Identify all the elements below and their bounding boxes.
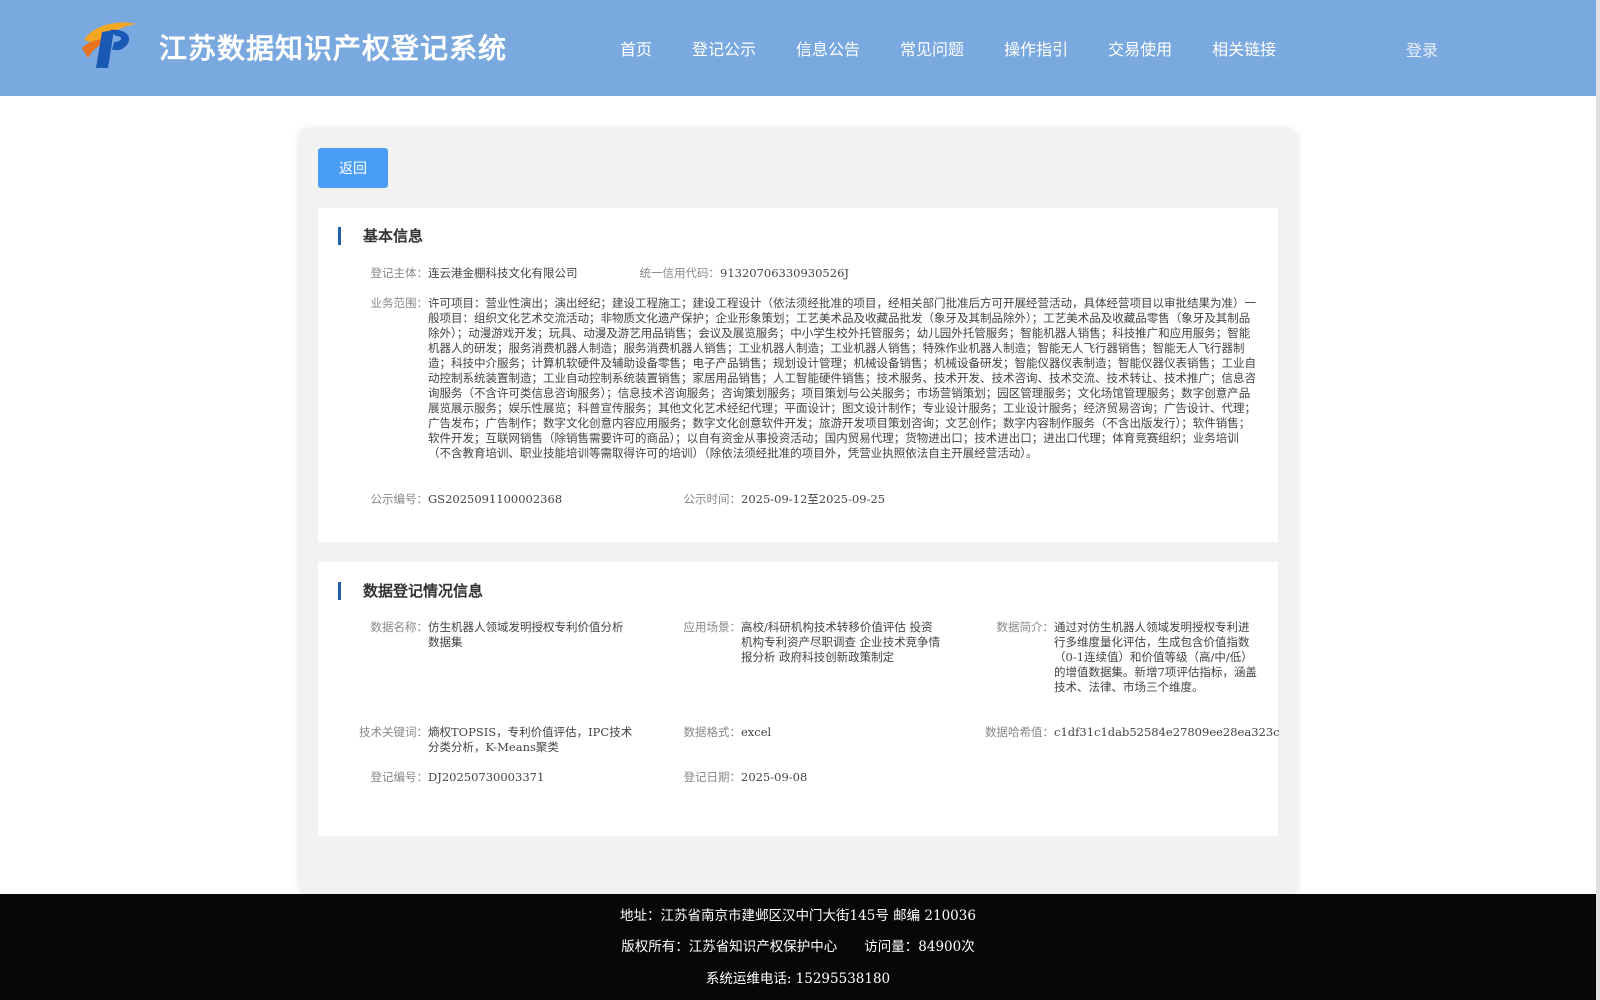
scope-value: 许可项目：营业性演出；演出经纪；建设工程施工；建设工程设计（依法须经批准的项目，… [428, 296, 1256, 460]
hash-value: c1df31c1dab52584e27809ee28ea323c [1054, 725, 1280, 739]
hash-field: 数据哈希值： c1df31c1dab52584e27809ee28ea323c [964, 725, 1280, 740]
scene-value: 高校/科研机构技术转移价值评估 投资机构专利资产尽职调查 企业技术竞争情报分析 … [741, 620, 941, 664]
reg-no-label: 登记编号： [370, 770, 429, 784]
data-name-field: 数据名称： 仿生机器人领域发明授权专利价值分析数据集 [338, 620, 633, 650]
nav-links[interactable]: 相关链接 [1212, 36, 1276, 60]
reg-date-field: 登记日期： 2025-09-08 [651, 770, 808, 785]
scope-label: 业务范围： [370, 296, 429, 310]
basic-info-card: 基本信息 登记主体： 连云港金棚科技文化有限公司 统一信用代码： 9132070… [318, 208, 1278, 542]
credit-code-field: 统一信用代码： 91320706330930526J [630, 266, 850, 281]
nav-trading[interactable]: 交易使用 [1108, 36, 1172, 60]
footer-phone: 系统运维电话: 15295538180 [705, 971, 891, 987]
hash-label: 数据哈希值： [985, 725, 1054, 739]
data-info-title: 数据登记情况信息 [338, 582, 483, 600]
intro-value: 通过对仿生机器人领域发明授权专利进行多维度量化评估，生成包含价值指数（0-1连续… [1054, 620, 1257, 694]
keywords-label: 技术关键词： [359, 725, 428, 739]
nav-home[interactable]: 首页 [620, 36, 652, 60]
logo-icon[interactable] [80, 18, 140, 70]
main-nav: 首页 登记公示 信息公告 常见问题 操作指引 交易使用 相关链接 [620, 36, 1316, 60]
scene-field: 应用场景： 高校/科研机构技术转移价值评估 投资机构专利资产尽职调查 企业技术竞… [651, 620, 941, 665]
format-value: excel [741, 725, 772, 739]
entity-value: 连云港金棚科技文化有限公司 [428, 266, 578, 280]
scene-label: 应用场景： [683, 620, 742, 634]
keywords-field: 技术关键词： 熵权TOPSIS，专利价值评估，IPC技术分类分析，K-Means… [338, 725, 633, 755]
reg-date-value: 2025-09-08 [741, 770, 808, 784]
basic-info-title: 基本信息 [338, 227, 423, 245]
credit-code-value: 91320706330930526J [720, 266, 849, 280]
pub-no-label: 公示编号： [370, 492, 429, 506]
format-label: 数据格式： [683, 725, 742, 739]
reg-date-label: 登记日期： [683, 770, 742, 784]
entity-label: 登记主体： [370, 266, 429, 280]
footer-copyright: 版权所有：江苏省知识产权保护中心 访问量：84900次 [621, 939, 975, 955]
footer-address: 地址：江苏省南京市建邺区汉中门大街145号 邮编 210036 [620, 908, 976, 924]
footer: 地址：江苏省南京市建邺区汉中门大街145号 邮编 210036 版权所有：江苏省… [0, 894, 1596, 1000]
reg-no-field: 登记编号： DJ20250730003371 [338, 770, 545, 785]
scope-field: 业务范围： 许可项目：营业性演出；演出经纪；建设工程施工；建设工程设计（依法须经… [338, 296, 1258, 461]
credit-code-label: 统一信用代码： [639, 266, 721, 280]
nav-guide[interactable]: 操作指引 [1004, 36, 1068, 60]
back-button[interactable]: 返回 [318, 148, 388, 188]
intro-field: 数据简介： 通过对仿生机器人领域发明授权专利进行多维度量化评估，生成包含价值指数… [964, 620, 1258, 695]
data-name-value: 仿生机器人领域发明授权专利价值分析数据集 [428, 620, 624, 649]
header: 江苏数据知识产权登记系统 首页 登记公示 信息公告 常见问题 操作指引 交易使用… [0, 0, 1596, 96]
data-registration-card: 数据登记情况信息 数据名称： 仿生机器人领域发明授权专利价值分析数据集 应用场景… [318, 562, 1280, 836]
nav-announcements[interactable]: 信息公告 [796, 36, 860, 60]
intro-label: 数据简介： [996, 620, 1055, 634]
reg-no-value: DJ20250730003371 [428, 770, 545, 784]
scrollbar[interactable] [1596, 0, 1600, 1000]
nav-registration-publicity[interactable]: 登记公示 [692, 36, 756, 60]
site-title[interactable]: 江苏数据知识产权登记系统 [159, 27, 507, 67]
format-field: 数据格式： excel [651, 725, 772, 740]
data-name-label: 数据名称： [370, 620, 429, 634]
pub-time-value: 2025-09-12至2025-09-25 [741, 492, 886, 506]
pub-time-field: 公示时间： 2025-09-12至2025-09-25 [651, 492, 886, 507]
pub-time-label: 公示时间： [683, 492, 742, 506]
keywords-value: 熵权TOPSIS，专利价值评估，IPC技术分类分析，K-Means聚类 [428, 725, 633, 754]
pub-no-value: GS2025091100002368 [428, 492, 563, 506]
login-link[interactable]: 登录 [1406, 37, 1438, 61]
pub-no-field: 公示编号： GS2025091100002368 [338, 492, 563, 507]
entity-field: 登记主体： 连云港金棚科技文化有限公司 [338, 266, 578, 281]
nav-faq[interactable]: 常见问题 [900, 36, 964, 60]
